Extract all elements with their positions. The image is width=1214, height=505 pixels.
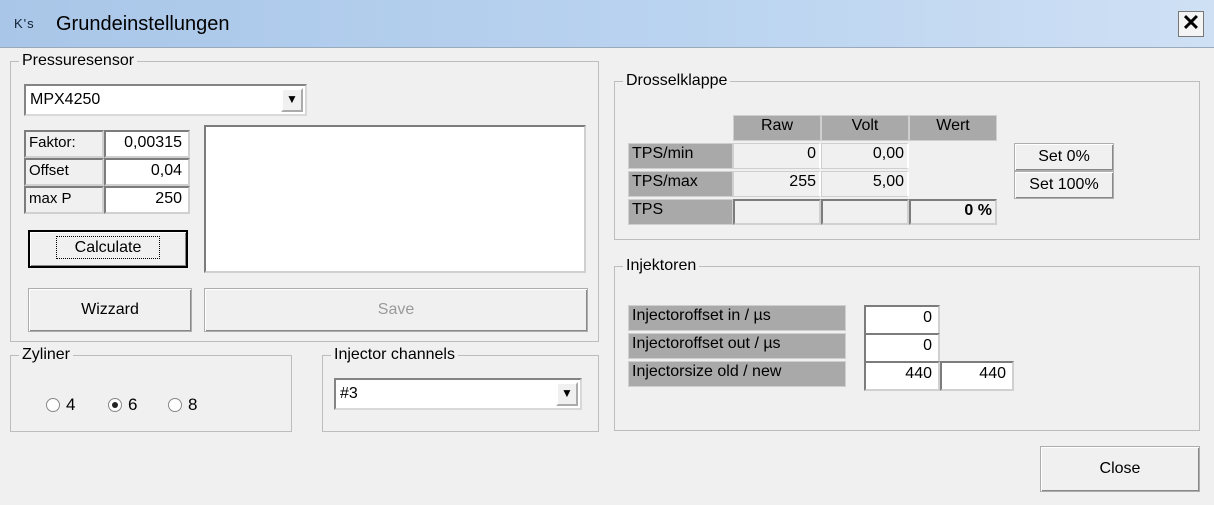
tps-raw: [733, 199, 821, 225]
injector-size-old-field[interactable]: 440: [864, 361, 940, 391]
save-button[interactable]: Save: [204, 288, 588, 332]
injector-size-label: Injectorsize old / new: [628, 361, 846, 387]
tps-min-volt: 0,00: [821, 143, 909, 169]
zyliner-radio-6[interactable]: 6: [108, 395, 137, 415]
maxp-field[interactable]: 250: [104, 186, 190, 214]
zyliner-option-8: 8: [188, 395, 198, 414]
tps-max-raw: 255: [733, 171, 821, 197]
radio-icon[interactable]: [168, 398, 182, 412]
faktor-label: Faktor:: [24, 130, 104, 158]
column-header-volt: Volt: [821, 115, 909, 141]
tps-min-raw: 0: [733, 143, 821, 169]
tps-label: TPS: [628, 199, 733, 225]
sensor-select[interactable]: MPX4250 ▼: [24, 84, 307, 116]
injector-channels-legend: Injector channels: [334, 346, 455, 363]
zyliner-radio-4[interactable]: 4: [46, 395, 75, 415]
chevron-down-icon[interactable]: ▼: [281, 88, 303, 112]
zyliner-option-6: 6: [128, 395, 138, 414]
calculate-button[interactable]: Calculate: [28, 230, 188, 268]
offset-label: Offset: [24, 158, 104, 186]
zyliner-radio-8[interactable]: 8: [168, 395, 197, 415]
radio-selected-icon[interactable]: [108, 398, 122, 412]
injector-channels-value: #3: [340, 385, 358, 402]
injector-size-new-field[interactable]: 440: [940, 361, 1014, 391]
maxp-label: max P: [24, 186, 104, 214]
tps-min-label: TPS/min: [628, 143, 733, 169]
offset-field[interactable]: 0,04: [104, 158, 190, 186]
injector-offset-out-field[interactable]: 0: [864, 333, 940, 363]
close-icon[interactable]: ✕: [1178, 11, 1204, 37]
zyliner-legend: Zyliner: [22, 346, 71, 363]
chevron-down-icon[interactable]: ▼: [556, 382, 578, 406]
tps-max-label: TPS/max: [628, 171, 733, 197]
injector-offset-in-label: Injectoroffset in / µs: [628, 305, 846, 331]
wizzard-button[interactable]: Wizzard: [28, 288, 192, 332]
tps-volt: [821, 199, 909, 225]
calculate-label: Calculate: [55, 236, 161, 259]
injector-channels-select[interactable]: #3 ▼: [334, 378, 582, 410]
sensor-select-value: MPX4250: [30, 91, 101, 108]
set-0-button[interactable]: Set 0%: [1014, 143, 1114, 171]
faktor-field[interactable]: 0,00315: [104, 130, 190, 158]
window-title: Grundeinstellungen: [56, 13, 230, 35]
tps-max-volt: 5,00: [821, 171, 909, 197]
injektoren-legend: Injektoren: [626, 257, 697, 274]
drosselklappe-legend: Drosselklappe: [626, 72, 728, 89]
title-bar: K's Grundeinstellungen ✕: [0, 0, 1214, 48]
column-header-raw: Raw: [733, 115, 821, 141]
tps-wert: 0 %: [909, 199, 997, 225]
set-100-button[interactable]: Set 100%: [1014, 171, 1114, 199]
injector-offset-in-field[interactable]: 0: [864, 305, 940, 335]
zyliner-option-4: 4: [66, 395, 76, 414]
injector-offset-out-label: Injectoroffset out / µs: [628, 333, 846, 359]
close-button[interactable]: Close: [1040, 446, 1200, 492]
pressuresensor-legend: Pressuresensor: [22, 52, 135, 69]
sensor-memo[interactable]: [204, 125, 586, 273]
app-icon: K's: [14, 16, 35, 31]
radio-icon[interactable]: [46, 398, 60, 412]
zyliner-group: Zyliner: [10, 346, 292, 432]
column-header-wert: Wert: [909, 115, 997, 141]
